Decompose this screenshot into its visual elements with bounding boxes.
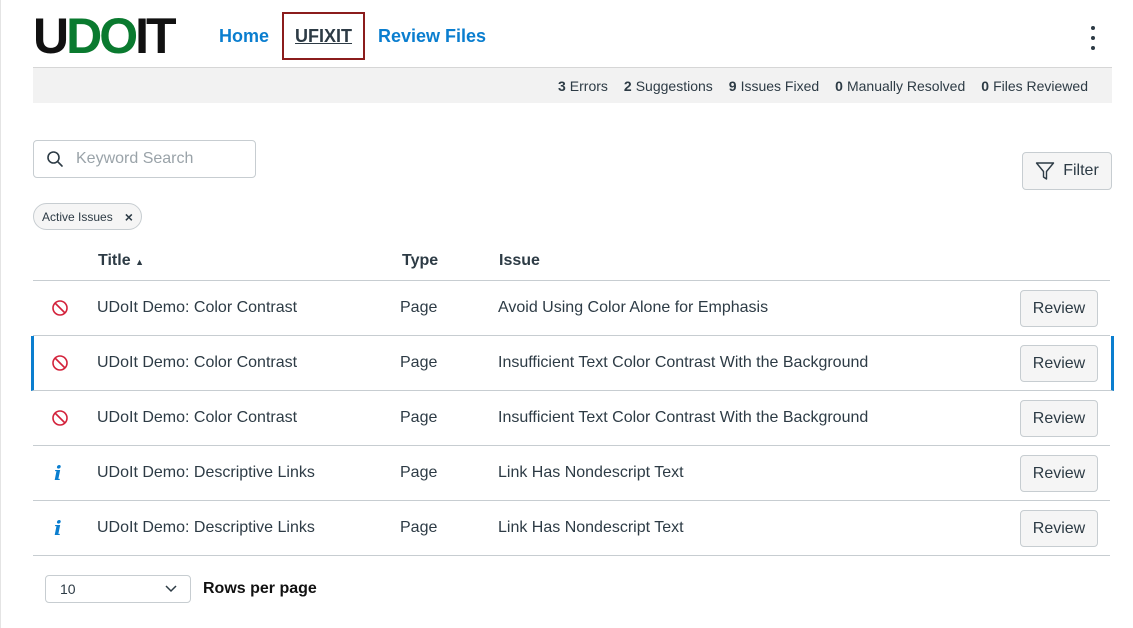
stat-label: Manually Resolved	[846, 77, 966, 94]
error-icon	[52, 355, 68, 371]
header-label: Title	[98, 252, 131, 269]
stat-label: Suggestions	[635, 77, 713, 94]
stat-issues-fixed: 9 Issues Fixed	[729, 78, 819, 94]
stat-suggestions: 2 Suggestions	[624, 78, 713, 94]
sort-asc-icon: ▲	[135, 257, 144, 267]
search-input[interactable]	[74, 149, 248, 169]
row-issue: Insufficient Text Color Contrast With th…	[498, 354, 869, 371]
udoit-app: U D O IT Home UFIXIT Review Files 3 Error…	[0, 0, 1133, 628]
dot	[1091, 36, 1095, 40]
table-row-selected: UDoIt Demo: Color Contrast Page Insuffic…	[31, 336, 1114, 391]
row-title: UDoIt Demo: Descriptive Links	[97, 464, 315, 481]
filter-icon	[1036, 162, 1055, 180]
row-type: Page	[400, 519, 438, 536]
chevron-down-icon	[165, 585, 177, 593]
error-icon	[52, 410, 68, 426]
stat-count: 2	[623, 77, 632, 94]
row-issue: Insufficient Text Color Contrast With th…	[498, 409, 869, 426]
more-options-icon[interactable]	[1083, 26, 1103, 50]
main-nav: Home UFIXIT Review Files	[206, 12, 499, 60]
active-issues-tag: Active Issues ×	[33, 203, 142, 230]
rows-per-page-label: Rows per page	[203, 580, 317, 597]
info-icon: i	[54, 461, 62, 485]
logo-letter-u: U	[33, 8, 69, 64]
column-header-type: Type	[402, 252, 439, 269]
rows-per-page-value: 10	[60, 581, 76, 597]
table-row: i UDoIt Demo: Descriptive Links Page Lin…	[33, 446, 1110, 501]
stat-label: Issues Fixed	[740, 77, 820, 94]
row-title: UDoIt Demo: Color Contrast	[97, 409, 298, 426]
logo-letter-o: O	[99, 8, 138, 64]
table-row: UDoIt Demo: Color Contrast Page Insuffic…	[33, 391, 1110, 446]
info-icon: i	[54, 516, 62, 540]
filter-label: Filter	[1063, 162, 1099, 179]
row-type: Page	[400, 464, 438, 481]
review-button[interactable]: Review	[1020, 510, 1098, 547]
remove-tag-icon[interactable]: ×	[125, 209, 133, 225]
row-issue: Avoid Using Color Alone for Emphasis	[498, 299, 769, 316]
nav-ufixit[interactable]: UFIXIT	[282, 12, 366, 60]
stat-count: 0	[981, 77, 990, 94]
stat-count: 9	[728, 77, 737, 94]
stat-count: 0	[835, 77, 843, 94]
keyword-search	[33, 140, 256, 178]
row-title: UDoIt Demo: Color Contrast	[97, 299, 298, 316]
stat-count: 3	[558, 77, 566, 94]
review-button[interactable]: Review	[1020, 400, 1098, 437]
review-button[interactable]: Review	[1020, 290, 1098, 327]
stat-label: Errors	[569, 77, 608, 94]
stat-label: Files Reviewed	[993, 77, 1088, 94]
row-issue: Link Has Nondescript Text	[498, 519, 684, 536]
review-button[interactable]: Review	[1020, 345, 1098, 382]
rows-per-page-select[interactable]: 10	[45, 575, 191, 603]
filter-button[interactable]: Filter	[1022, 152, 1112, 190]
tag-label: Active Issues	[42, 209, 113, 224]
row-type: Page	[400, 409, 438, 426]
row-type: Page	[400, 299, 438, 316]
row-issue: Link Has Nondescript Text	[498, 464, 684, 481]
row-title: UDoIt Demo: Color Contrast	[97, 354, 298, 371]
nav-review-files[interactable]: Review Files	[365, 13, 499, 59]
error-icon	[52, 300, 68, 316]
row-type: Page	[400, 354, 438, 371]
stat-manually-resolved: 0 Manually Resolved	[835, 78, 965, 94]
logo-letters-it: IT	[135, 8, 176, 64]
row-title: UDoIt Demo: Descriptive Links	[97, 519, 315, 536]
column-header-title[interactable]: Title ▲	[98, 252, 144, 270]
column-header-issue: Issue	[499, 252, 540, 269]
udoit-logo: U D O IT	[33, 8, 177, 64]
stat-files-reviewed: 0 Files Reviewed	[981, 78, 1088, 94]
table-row: i UDoIt Demo: Descriptive Links Page Lin…	[33, 501, 1110, 556]
stat-errors: 3 Errors	[558, 78, 608, 94]
search-icon	[47, 151, 63, 167]
stats-bar: 3 Errors 2 Suggestions 9 Issues Fixed 0 Manu…	[33, 67, 1112, 103]
nav-home[interactable]: Home	[206, 13, 282, 59]
table-row: UDoIt Demo: Color Contrast Page Avoid Us…	[33, 281, 1110, 336]
logo-letter-d: D	[66, 8, 102, 64]
review-button[interactable]: Review	[1020, 455, 1098, 492]
dot	[1091, 26, 1095, 30]
dot	[1091, 46, 1095, 50]
